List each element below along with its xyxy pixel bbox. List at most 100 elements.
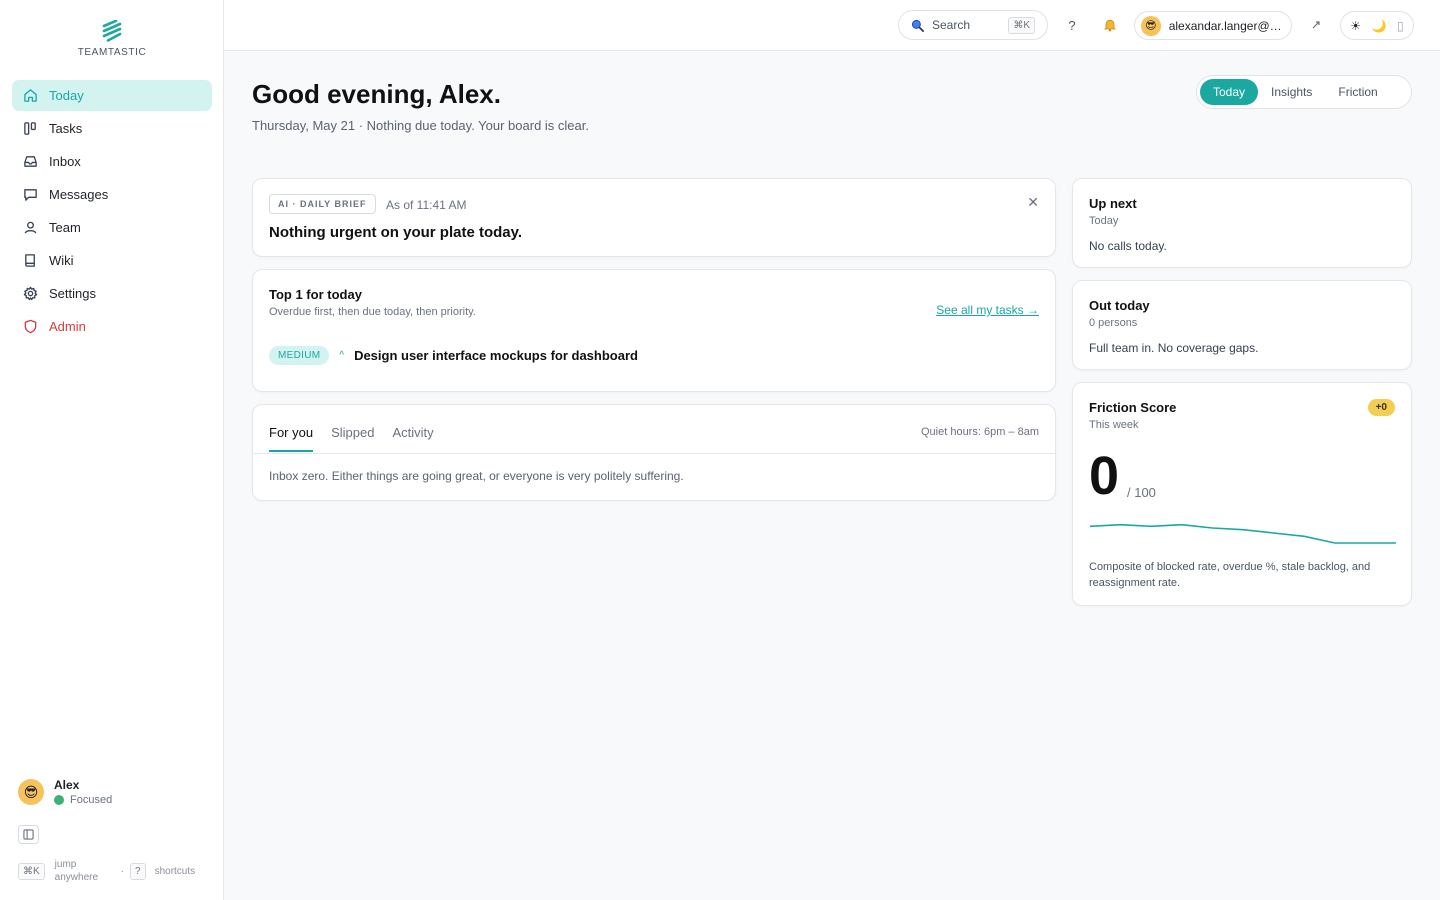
gear-icon (22, 286, 38, 302)
sidebar-item-messages[interactable]: Messages (12, 179, 212, 210)
card-subtitle: Overdue first, then due today, then prio… (269, 306, 476, 318)
sidebar-item-admin[interactable]: Admin (12, 311, 212, 342)
feed-empty-message: Inbox zero. Either things are going grea… (269, 469, 684, 483)
sidebar-item-wiki[interactable]: Wiki (12, 245, 212, 276)
friction-score-card: Friction Score This week +0 0 / 100 Comp… (1072, 382, 1412, 606)
help-button[interactable]: ? (1059, 12, 1085, 38)
sun-icon[interactable]: ☀ (1350, 19, 1361, 33)
card-subtitle: This week (1089, 419, 1139, 431)
expand-icon (1312, 21, 1320, 29)
user-status-label: Focused (70, 794, 113, 806)
card-title: Top 1 for today (269, 287, 362, 302)
task-row[interactable]: MEDIUM ^ Design user interface mockups f… (269, 346, 638, 365)
user-icon (22, 220, 38, 236)
bell-icon (1104, 19, 1116, 32)
sidebar-item-label: Tasks (49, 121, 83, 136)
feed-tabs: For you Slipped Activity (269, 425, 452, 452)
search-shortcut-key: ⌘K (1008, 16, 1035, 34)
jump-shortcut-label: jump anywhere (54, 859, 99, 883)
brand-logo[interactable]: TEAMTASTIC (0, 20, 224, 58)
avatar: 😎 (1141, 15, 1161, 36)
search-icon (911, 19, 924, 32)
brief-text: Nothing urgent on your plate today. (269, 224, 523, 241)
sidebar-item-label: Team (49, 220, 81, 235)
top-tasks-card: Top 1 for today Overdue first, then due … (252, 269, 1056, 392)
card-subtitle: 0 persons (1089, 317, 1138, 329)
friction-trend-sparkline (1089, 523, 1396, 544)
friction-description: Composite of blocked rate, overdue %, st… (1089, 561, 1371, 589)
tab-for-you[interactable]: For you (269, 425, 314, 452)
jump-shortcut-key: ⌘K (18, 862, 45, 880)
ai-brief-badge: AI · DAILY BRIEF (269, 194, 376, 214)
sidebar-item-label: Messages (49, 187, 109, 202)
shortcut-hints: ⌘K jump anywhere · ? shortcuts (18, 858, 195, 884)
sidebar-item-team[interactable]: Team (12, 212, 212, 243)
task-title[interactable]: Design user interface mockups for dashbo… (354, 348, 638, 363)
expand-button[interactable] (1303, 12, 1329, 38)
card-subtitle: Today (1089, 215, 1119, 227)
sidebar-item-label: Admin (49, 319, 86, 334)
sidebar-user[interactable]: 😎 Alex Focused (18, 778, 112, 806)
tab-friction[interactable]: Friction (1325, 79, 1390, 105)
tab-slipped[interactable]: Slipped (331, 425, 374, 452)
tab-insights[interactable]: Insights (1258, 79, 1325, 105)
sidebar-item-label: Today (49, 88, 84, 103)
quiet-hours: Quiet hours: 6pm – 8am (920, 426, 1039, 438)
card-title: Up next (1089, 196, 1137, 211)
search-label: Search (932, 18, 971, 32)
sidebar-item-label: Settings (49, 286, 96, 301)
see-all-tasks-link[interactable]: See all my tasks → (936, 303, 1039, 317)
logo-icon (102, 20, 122, 42)
priority-badge: MEDIUM (269, 346, 330, 365)
search-button[interactable]: Search ⌘K (898, 10, 1048, 40)
sidebar-item-tasks[interactable]: Tasks (12, 113, 212, 144)
avatar: 😎 (18, 779, 44, 805)
topbar: Search ⌘K ? 😎 alexandar.langer@g... ☀ 🌙 … (224, 0, 1440, 51)
board-icon (22, 121, 38, 137)
moon-icon[interactable]: 🌙 (1372, 19, 1387, 33)
sidebar-toggle-icon (23, 829, 34, 840)
help-icon: ? (1068, 17, 1076, 33)
sidebar: TEAMTASTIC Today Tasks Inbox Messages Te… (0, 0, 224, 900)
tab-activity[interactable]: Activity (392, 425, 433, 452)
sidebar-item-today[interactable]: Today (12, 80, 212, 111)
help-shortcut-key[interactable]: ? (130, 862, 146, 880)
notifications-button[interactable] (1097, 12, 1123, 38)
friction-score-value: 0 (1089, 446, 1120, 506)
brand-name: TEAMTASTIC (77, 47, 147, 58)
sidebar-item-settings[interactable]: Settings (12, 278, 212, 309)
collapse-sidebar-button[interactable] (18, 825, 39, 844)
help-shortcut-label: shortcuts (154, 865, 196, 877)
card-title: Friction Score (1089, 400, 1177, 415)
tab-today[interactable]: Today (1200, 79, 1259, 105)
friction-score-max: / 100 (1127, 485, 1156, 500)
close-icon[interactable]: ✕ (1027, 194, 1039, 211)
sidebar-nav: Today Tasks Inbox Messages Team Wiki Set… (12, 80, 212, 344)
system-theme-icon[interactable]: ▯ (1397, 19, 1404, 33)
user-name: Alex (54, 778, 80, 792)
account-menu-button[interactable]: 😎 alexandar.langer@g... (1134, 11, 1292, 40)
user-status: Focused (54, 794, 112, 806)
book-icon (22, 253, 38, 269)
sidebar-item-inbox[interactable]: Inbox (12, 146, 212, 177)
card-title: Out today (1089, 298, 1150, 313)
card-body: No calls today. (1089, 239, 1167, 253)
divider (253, 453, 1055, 454)
account-email: alexandar.langer@g... (1168, 18, 1285, 33)
page-subtitle: Thursday, May 21 · Nothing due today. Yo… (252, 118, 589, 133)
sparkline-series (1089, 523, 1396, 544)
theme-switcher: ☀ 🌙 ▯ (1340, 11, 1414, 40)
home-icon (22, 88, 38, 104)
daily-brief-card: AI · DAILY BRIEF As of 11:41 AM ✕ Nothin… (252, 178, 1056, 257)
inbox-icon (22, 154, 38, 170)
up-next-card: Up next Today No calls today. (1072, 178, 1412, 268)
card-body: Full team in. No coverage gaps. (1089, 341, 1259, 355)
brief-timestamp: As of 11:41 AM (386, 198, 467, 212)
chevron-up-icon: ^ (339, 350, 345, 361)
sidebar-item-label: Wiki (49, 253, 74, 268)
shield-icon (22, 319, 38, 335)
page-title: Good evening, Alex. (252, 79, 501, 109)
message-icon (22, 187, 38, 203)
view-tabs: Today Insights Friction (1196, 75, 1412, 109)
friction-delta-badge: +0 (1367, 399, 1395, 416)
